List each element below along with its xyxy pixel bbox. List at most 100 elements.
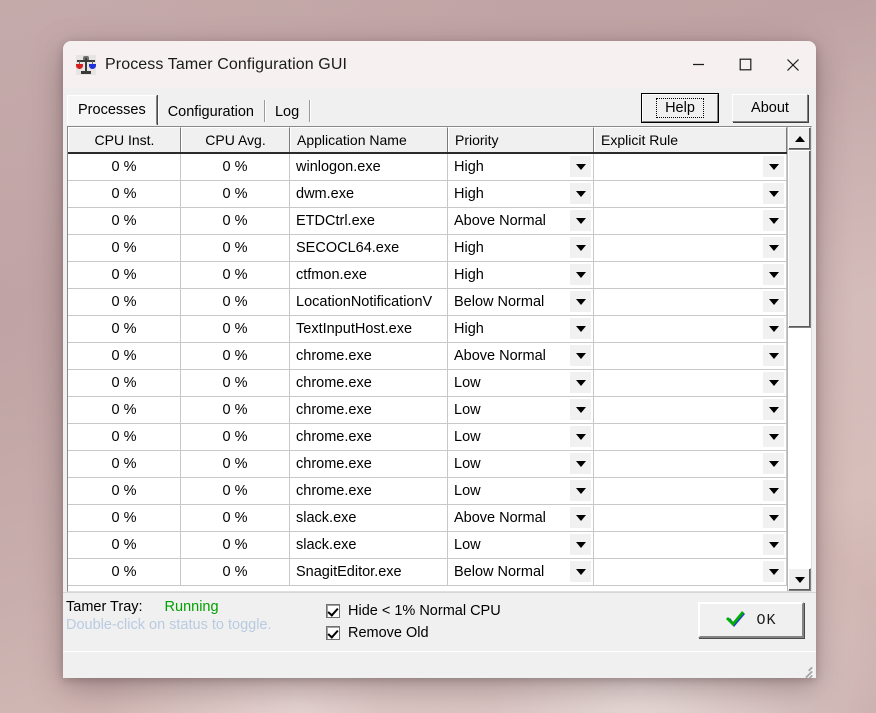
chevron-down-icon[interactable] [763,561,784,582]
table-row[interactable]: 0 %0 %TextInputHost.exeHigh [68,316,787,343]
cell-priority[interactable]: Low [448,532,594,558]
option-remove-old[interactable]: Remove Old [326,622,566,644]
tab-configuration[interactable]: Configuration [158,98,264,125]
cell-priority[interactable]: Above Normal [448,505,594,531]
cell-explicit-rule[interactable] [594,316,787,342]
tab-processes[interactable]: Processes [67,95,157,125]
chevron-down-icon[interactable] [570,426,591,447]
chevron-down-icon[interactable] [763,318,784,339]
cell-explicit-rule[interactable] [594,370,787,396]
chevron-down-icon[interactable] [570,453,591,474]
cell-explicit-rule[interactable] [594,208,787,234]
chevron-down-icon[interactable] [570,237,591,258]
table-row[interactable]: 0 %0 %winlogon.exeHigh [68,154,787,181]
chevron-down-icon[interactable] [763,183,784,204]
chevron-down-icon[interactable] [763,264,784,285]
cell-explicit-rule[interactable] [594,289,787,315]
column-header-explicit-rule[interactable]: Explicit Rule [594,127,787,152]
table-row[interactable]: 0 %0 %chrome.exeLow [68,451,787,478]
maximize-button[interactable] [722,41,769,88]
chevron-down-icon[interactable] [763,372,784,393]
table-row[interactable]: 0 %0 %slack.exeAbove Normal [68,505,787,532]
chevron-down-icon[interactable] [763,480,784,501]
cell-priority[interactable]: Low [448,451,594,477]
chevron-down-icon[interactable] [570,264,591,285]
tamer-tray-status[interactable]: Tamer Tray: Running Double-click on stat… [66,599,326,633]
title-bar[interactable]: Process Tamer Configuration GUI [63,41,816,88]
about-button[interactable]: About [732,94,808,122]
option-hide-low-cpu[interactable]: Hide < 1% Normal CPU [326,600,566,622]
cell-explicit-rule[interactable] [594,424,787,450]
status-value[interactable]: Running [165,599,219,615]
chevron-down-icon[interactable] [570,318,591,339]
cell-priority[interactable]: Low [448,397,594,423]
cell-priority[interactable]: Above Normal [448,208,594,234]
cell-explicit-rule[interactable] [594,397,787,423]
chevron-down-icon[interactable] [763,210,784,231]
chevron-down-icon[interactable] [570,534,591,555]
chevron-down-icon[interactable] [763,237,784,258]
chevron-down-icon[interactable] [570,210,591,231]
chevron-down-icon[interactable] [570,372,591,393]
cell-explicit-rule[interactable] [594,154,787,180]
chevron-down-icon[interactable] [570,561,591,582]
chevron-down-icon[interactable] [763,534,784,555]
cell-explicit-rule[interactable] [594,235,787,261]
cell-priority[interactable]: High [448,316,594,342]
cell-explicit-rule[interactable] [594,478,787,504]
cell-priority[interactable]: High [448,235,594,261]
table-row[interactable]: 0 %0 %chrome.exeAbove Normal [68,343,787,370]
chevron-down-icon[interactable] [763,156,784,177]
table-row[interactable]: 0 %0 %chrome.exeLow [68,424,787,451]
cell-explicit-rule[interactable] [594,559,787,585]
column-header-application-name[interactable]: Application Name [290,127,448,152]
cell-priority[interactable]: High [448,154,594,180]
chevron-down-icon[interactable] [763,507,784,528]
table-row[interactable]: 0 %0 %dwm.exeHigh [68,181,787,208]
vertical-scrollbar[interactable] [787,127,811,591]
cell-priority[interactable]: Low [448,424,594,450]
chevron-down-icon[interactable] [763,291,784,312]
chevron-down-icon[interactable] [763,345,784,366]
table-row[interactable]: 0 %0 %ctfmon.exeHigh [68,262,787,289]
column-header-priority[interactable]: Priority [448,127,594,152]
checkbox-remove-old[interactable] [326,626,340,640]
help-button[interactable]: Help [642,94,718,122]
ok-button[interactable]: OK [698,602,804,638]
cell-priority[interactable]: Above Normal [448,343,594,369]
cell-priority[interactable]: High [448,181,594,207]
table-row[interactable]: 0 %0 %SECOCL64.exeHigh [68,235,787,262]
cell-explicit-rule[interactable] [594,532,787,558]
chevron-down-icon[interactable] [763,453,784,474]
table-row[interactable]: 0 %0 %SnagitEditor.exeBelow Normal [68,559,787,586]
cell-priority[interactable]: Below Normal [448,289,594,315]
cell-priority[interactable]: Low [448,370,594,396]
chevron-down-icon[interactable] [570,480,591,501]
minimize-button[interactable] [675,41,722,88]
table-row[interactable]: 0 %0 %chrome.exeLow [68,370,787,397]
table-row[interactable]: 0 %0 %LocationNotificationVBelow Normal [68,289,787,316]
cell-priority[interactable]: High [448,262,594,288]
chevron-down-icon[interactable] [763,426,784,447]
chevron-down-icon[interactable] [763,399,784,420]
table-row[interactable]: 0 %0 %chrome.exeLow [68,478,787,505]
chevron-down-icon[interactable] [570,345,591,366]
cell-explicit-rule[interactable] [594,262,787,288]
table-row[interactable]: 0 %0 %chrome.exeLow [68,397,787,424]
chevron-down-icon[interactable] [570,183,591,204]
cell-priority[interactable]: Below Normal [448,559,594,585]
scrollbar-track[interactable] [788,150,811,568]
column-header-cpu-avg[interactable]: CPU Avg. [181,127,290,152]
scroll-down-button[interactable] [788,568,811,591]
column-header-cpu-inst[interactable]: CPU Inst. [68,127,181,152]
table-row[interactable]: 0 %0 %ETDCtrl.exeAbove Normal [68,208,787,235]
chevron-down-icon[interactable] [570,291,591,312]
cell-explicit-rule[interactable] [594,505,787,531]
close-button[interactable] [769,41,816,88]
cell-priority[interactable]: Low [448,478,594,504]
resize-grip[interactable] [798,661,814,677]
checkbox-hide-low-cpu[interactable] [326,604,340,618]
chevron-down-icon[interactable] [570,399,591,420]
scroll-up-button[interactable] [788,127,811,150]
table-row[interactable]: 0 %0 %slack.exeLow [68,532,787,559]
